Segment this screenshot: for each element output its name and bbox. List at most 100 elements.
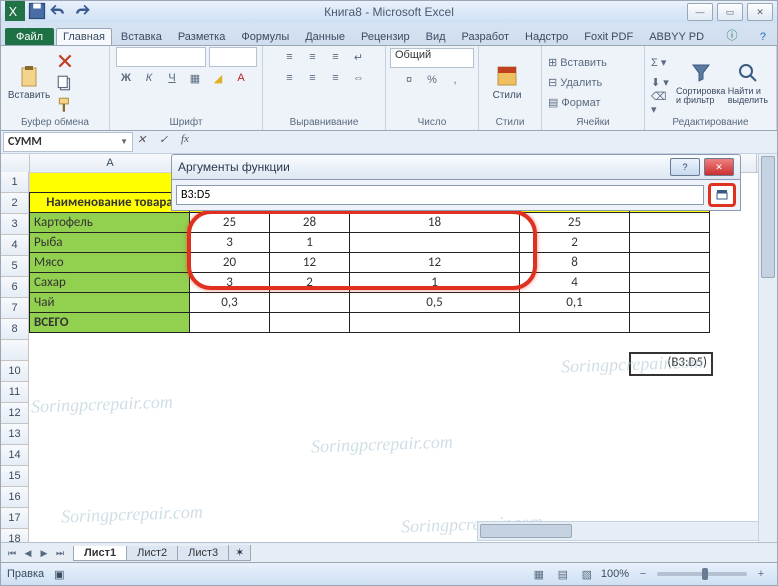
- row-15[interactable]: 15: [1, 466, 29, 487]
- row-14[interactable]: 14: [1, 445, 29, 466]
- new-sheet-button[interactable]: ✶: [228, 545, 251, 561]
- redo-icon[interactable]: [71, 3, 91, 19]
- range-input[interactable]: [176, 185, 704, 205]
- cell-E7[interactable]: 0,1: [520, 293, 630, 313]
- styles-button[interactable]: Стили: [485, 52, 529, 114]
- cell-C6[interactable]: 2: [270, 273, 350, 293]
- tab-nav-next-icon[interactable]: ▶: [37, 546, 51, 560]
- cell-F5[interactable]: [630, 253, 710, 273]
- row-4[interactable]: 4: [1, 235, 29, 256]
- cells-format-button[interactable]: ▤Формат: [548, 94, 638, 112]
- row-17[interactable]: 17: [1, 508, 29, 529]
- cell-D6[interactable]: 1: [350, 273, 520, 293]
- cell-E3[interactable]: 25: [520, 213, 630, 233]
- cell-C8[interactable]: [270, 313, 350, 333]
- bold-button[interactable]: Ж: [116, 68, 136, 88]
- minimize-button[interactable]: —: [687, 3, 713, 21]
- row-10[interactable]: 10: [1, 361, 29, 382]
- vscroll-thumb[interactable]: [761, 156, 775, 278]
- row-7[interactable]: 7: [1, 298, 29, 319]
- cell-F4[interactable]: [630, 233, 710, 253]
- cell-B8[interactable]: [190, 313, 270, 333]
- merge-icon[interactable]: ⇔: [349, 68, 369, 88]
- wrap-text-icon[interactable]: ↵: [349, 47, 369, 67]
- view-pagebreak-icon[interactable]: ▧: [577, 564, 597, 584]
- tab-developer[interactable]: Разработ: [455, 28, 516, 45]
- tab-review[interactable]: Рецензир: [354, 28, 417, 45]
- cell-D4[interactable]: [350, 233, 520, 253]
- row-5[interactable]: 5: [1, 256, 29, 277]
- font-size-box[interactable]: [209, 47, 257, 67]
- expand-dialog-button[interactable]: [708, 183, 736, 207]
- tab-formulas[interactable]: Формулы: [234, 28, 296, 45]
- align-center-icon[interactable]: ≡: [303, 68, 323, 88]
- zoom-out-button[interactable]: −: [633, 564, 653, 584]
- cell-B3[interactable]: 25: [190, 213, 270, 233]
- close-button[interactable]: ✕: [747, 3, 773, 21]
- row-11[interactable]: 11: [1, 382, 29, 403]
- cell-E4[interactable]: 2: [520, 233, 630, 253]
- view-layout-icon[interactable]: ▤: [553, 564, 573, 584]
- cells-insert-button[interactable]: ⊞Вставить: [548, 54, 638, 72]
- cell-B4[interactable]: 3: [190, 233, 270, 253]
- sheet-tab-2[interactable]: Лист2: [126, 546, 178, 561]
- tab-file[interactable]: Файл: [5, 28, 54, 45]
- fx-icon[interactable]: fx: [181, 133, 199, 151]
- cell-B5[interactable]: 20: [190, 253, 270, 273]
- sort-filter-button[interactable]: Сортировка и фильтр: [679, 52, 723, 114]
- tab-nav-last-icon[interactable]: ⏭: [53, 546, 67, 560]
- cell-A3[interactable]: Картофель: [30, 213, 190, 233]
- dialog-help-button[interactable]: ?: [670, 158, 700, 176]
- align-middle-icon[interactable]: ≡: [303, 47, 323, 67]
- align-right-icon[interactable]: ≡: [326, 68, 346, 88]
- vertical-scrollbar[interactable]: [758, 154, 777, 542]
- row-12[interactable]: 12: [1, 403, 29, 424]
- row-2[interactable]: 2: [1, 193, 29, 214]
- tab-foxit[interactable]: Foxit PDF: [577, 28, 640, 45]
- cell-C7[interactable]: [270, 293, 350, 313]
- align-bottom-icon[interactable]: ≡: [326, 47, 346, 67]
- dialog-close-button[interactable]: ✕: [704, 158, 734, 176]
- row-13[interactable]: 13: [1, 424, 29, 445]
- cell-F3[interactable]: [630, 213, 710, 233]
- cell-D5[interactable]: 12: [350, 253, 520, 273]
- cell-D8[interactable]: [350, 313, 520, 333]
- ribbon-help-icon[interactable]: ?: [753, 28, 773, 45]
- help-icon[interactable]: ⓘ: [719, 24, 744, 45]
- horizontal-scrollbar[interactable]: [477, 521, 759, 541]
- border-icon[interactable]: ▦: [185, 68, 205, 88]
- cancel-formula-icon[interactable]: ✕: [137, 133, 155, 151]
- tab-nav-first-icon[interactable]: ⏮: [5, 546, 19, 560]
- tab-abbyy[interactable]: ABBYY PD: [642, 28, 711, 45]
- italic-button[interactable]: К: [139, 68, 159, 88]
- cell-D3[interactable]: 18: [350, 213, 520, 233]
- macro-record-icon[interactable]: ▣: [54, 568, 64, 581]
- row-8[interactable]: 8: [1, 319, 29, 340]
- align-top-icon[interactable]: ≡: [280, 47, 300, 67]
- currency-icon[interactable]: ¤: [399, 70, 419, 90]
- tab-insert[interactable]: Вставка: [114, 28, 169, 45]
- cell-F10[interactable]: (B3:D5): [629, 352, 713, 376]
- cell-A6[interactable]: Сахар: [30, 273, 190, 293]
- format-painter-icon[interactable]: [55, 95, 75, 115]
- underline-button[interactable]: Ч: [162, 68, 182, 88]
- cell-A8[interactable]: ВСЕГО: [30, 313, 190, 333]
- zoom-in-button[interactable]: +: [751, 564, 771, 584]
- percent-icon[interactable]: %: [422, 70, 442, 90]
- name-box[interactable]: СУММ ▼: [3, 132, 133, 152]
- tab-addins[interactable]: Надстро: [518, 28, 575, 45]
- cell-A1[interactable]: [30, 173, 190, 193]
- hscroll-thumb[interactable]: [480, 524, 572, 538]
- clear-icon[interactable]: ⌫ ▾: [651, 94, 675, 112]
- row-6[interactable]: 6: [1, 277, 29, 298]
- align-left-icon[interactable]: ≡: [280, 68, 300, 88]
- cell-F8[interactable]: [630, 313, 710, 333]
- font-color-icon[interactable]: A: [231, 68, 251, 88]
- cell-B7[interactable]: 0,3: [190, 293, 270, 313]
- cells-delete-button[interactable]: ⊟Удалить: [548, 74, 638, 92]
- cell-F7[interactable]: [630, 293, 710, 313]
- cell-A2[interactable]: Наименование товара: [30, 193, 190, 213]
- fill-color-icon[interactable]: ◢: [208, 68, 228, 88]
- row-3[interactable]: 3: [1, 214, 29, 235]
- tab-home[interactable]: Главная: [56, 28, 112, 45]
